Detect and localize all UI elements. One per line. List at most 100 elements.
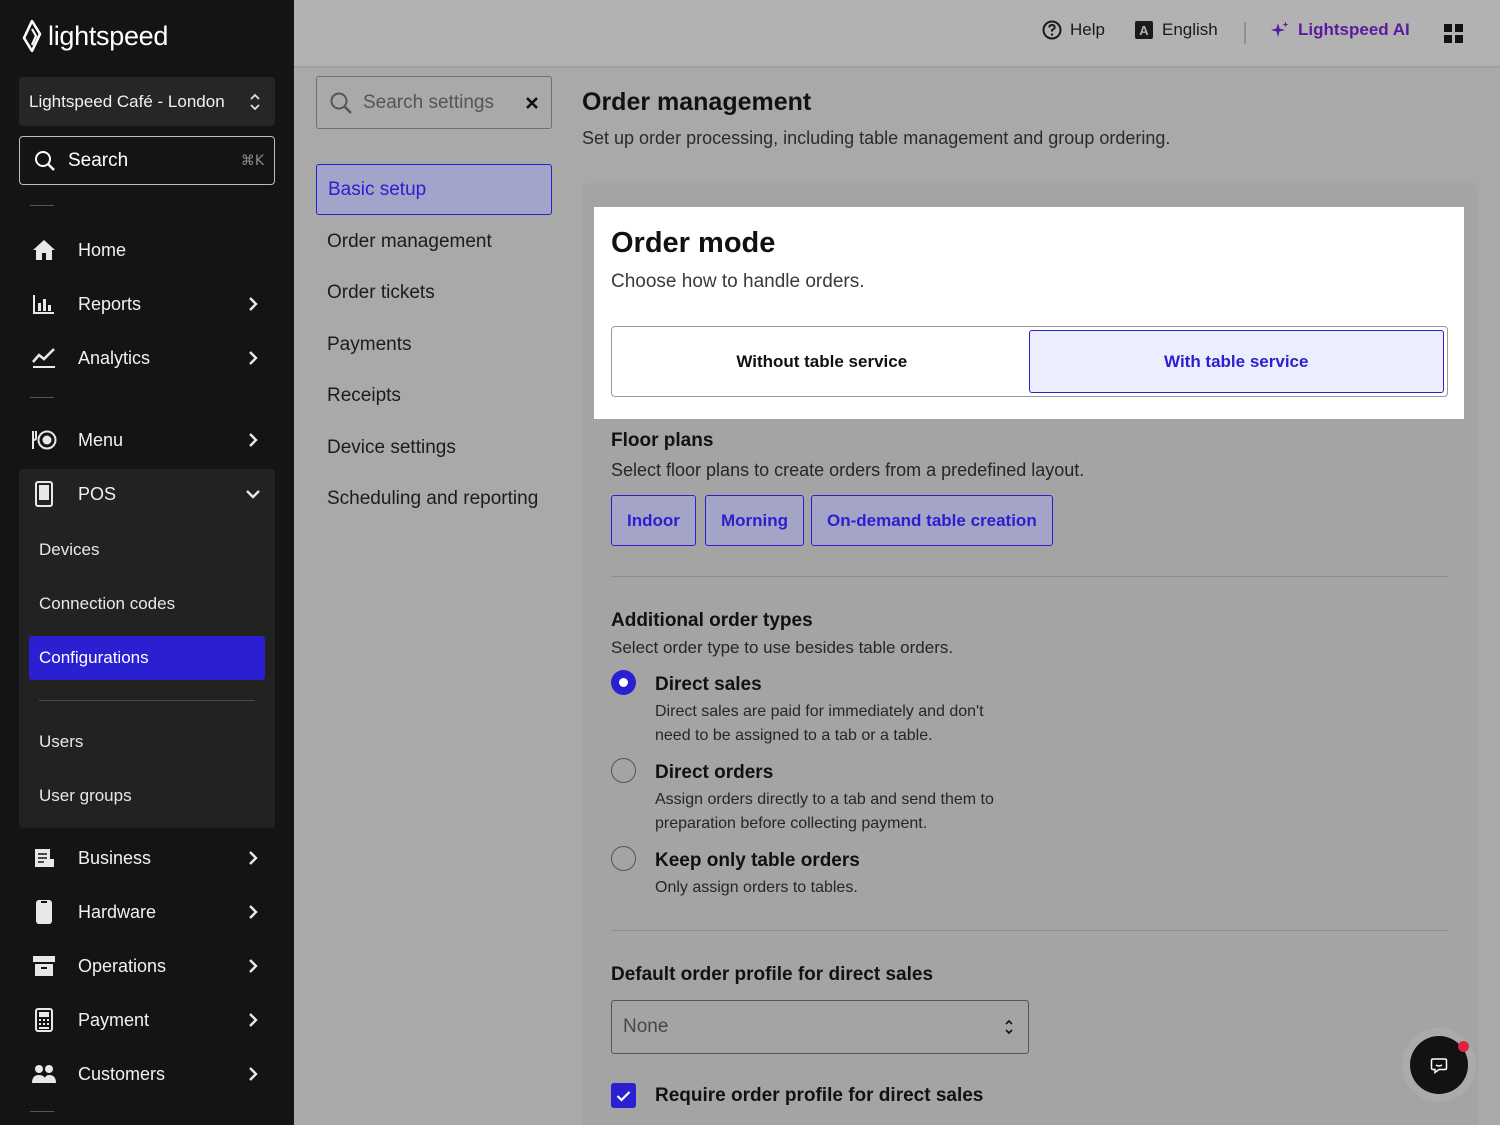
divider	[30, 1111, 54, 1112]
sidebar-item-menu[interactable]: Menu	[19, 418, 275, 462]
sidebar: lightspeed Lightspeed Café - London Sear…	[0, 0, 294, 1125]
store-name: Lightspeed Café - London	[29, 91, 225, 111]
direct-sales-title: Direct sales	[655, 674, 762, 695]
settings-nav-receipts[interactable]: Receipts	[316, 370, 552, 421]
home-icon	[31, 237, 57, 263]
help-button[interactable]: Help	[1042, 20, 1105, 40]
sidebar-item-home[interactable]: Home	[19, 228, 275, 272]
sidebar-item-customers[interactable]: Customers	[19, 1052, 275, 1096]
divider	[30, 397, 54, 398]
language-button[interactable]: A English	[1134, 20, 1218, 40]
sidebar-item-payment[interactable]: Payment	[19, 998, 275, 1042]
sidebar-item-label: Hardware	[78, 901, 157, 922]
sidebar-subitem-devices[interactable]: Devices	[29, 528, 265, 572]
keep-table-orders-description: Only assign orders to tables.	[655, 876, 1035, 900]
without-table-service-option[interactable]: Without table service	[615, 330, 1029, 393]
direct-sales-description: Direct sales are paid for immediately an…	[655, 700, 1035, 748]
settings-nav-scheduling-reporting[interactable]: Scheduling and reporting	[316, 473, 552, 524]
direct-orders-radio[interactable]	[611, 758, 636, 783]
bar-chart-icon	[31, 291, 57, 317]
settings-nav-payments[interactable]: Payments	[316, 319, 552, 370]
payment-terminal-icon	[31, 1007, 57, 1033]
main-area: Help A English Lightspeed AI Search sett…	[294, 0, 1500, 1125]
chevron-right-icon	[243, 294, 263, 314]
with-table-service-option[interactable]: With table service	[1028, 330, 1444, 393]
sidebar-item-label: Payment	[78, 1009, 150, 1030]
floor-plan-chip-indoor[interactable]: Indoor	[611, 495, 696, 546]
plate-icon	[31, 427, 57, 453]
sidebar-item-operations[interactable]: Operations	[19, 944, 275, 988]
archive-icon	[31, 953, 57, 979]
description-line: Assign orders directly to a tab and send…	[655, 791, 994, 808]
sidebar-item-label: Home	[78, 239, 127, 260]
chevron-right-icon	[243, 956, 263, 976]
sidebar-subitem-users[interactable]: Users	[29, 720, 265, 764]
sidebar-item-label: Menu	[78, 429, 124, 450]
sparkle-icon	[1271, 21, 1289, 37]
default-profile-select[interactable]: None	[611, 1000, 1029, 1054]
search-icon	[35, 150, 55, 171]
floor-plan-chip-on-demand[interactable]: On-demand table creation	[811, 495, 1053, 546]
updown-chevron-icon	[1005, 1019, 1013, 1035]
sidebar-item-label: Analytics	[78, 347, 151, 368]
search-shortcut: ⌘K	[240, 152, 264, 169]
sidebar-item-reports[interactable]: Reports	[19, 282, 275, 326]
divider	[30, 205, 54, 206]
direct-orders-title: Direct orders	[655, 762, 774, 783]
require-profile-checkbox[interactable]	[611, 1083, 636, 1108]
chevron-right-icon	[243, 902, 263, 922]
floor-plans-title: Floor plans	[611, 430, 714, 451]
order-mode-card: Order mode Choose how to handle orders. …	[594, 207, 1464, 419]
chat-icon	[1430, 1058, 1448, 1074]
description-line: Direct sales are paid for immediately an…	[655, 703, 984, 720]
keep-table-orders-radio[interactable]	[611, 846, 636, 871]
floor-plan-chip-morning[interactable]: Morning	[705, 495, 805, 546]
settings-search-placeholder: Search settings	[363, 91, 494, 113]
sidebar-item-analytics[interactable]: Analytics	[19, 336, 275, 380]
chevron-right-icon	[243, 1010, 263, 1030]
sidebar-subitem-configurations[interactable]: Configurations	[29, 636, 265, 680]
page-subtitle: Set up order processing, including table…	[582, 128, 1171, 148]
direct-orders-description: Assign orders directly to a tab and send…	[655, 788, 1035, 836]
checkmark-icon	[616, 1090, 631, 1102]
sidebar-item-label: Customers	[78, 1063, 166, 1084]
chevron-right-icon	[243, 430, 263, 450]
order-mode-subtitle: Choose how to handle orders.	[611, 271, 865, 292]
direct-sales-radio[interactable]	[611, 670, 636, 695]
sidebar-subitem-connection-codes[interactable]: Connection codes	[29, 582, 265, 626]
search-label: Search	[68, 149, 129, 171]
close-icon[interactable]	[525, 96, 539, 110]
settings-search-input[interactable]: Search settings	[316, 76, 552, 129]
tablet-icon	[31, 481, 57, 507]
sidebar-subitem-user-groups[interactable]: User groups	[29, 774, 265, 818]
ai-label: Lightspeed AI	[1298, 20, 1410, 39]
lightspeed-ai-button[interactable]: Lightspeed AI	[1270, 20, 1410, 40]
settings-nav-device-settings[interactable]: Device settings	[316, 422, 552, 473]
sidebar-item-label: Business	[78, 847, 152, 868]
sidebar-item-label: Operations	[78, 955, 167, 976]
settings-nav-order-tickets[interactable]: Order tickets	[316, 267, 552, 318]
settings-nav-basic-setup[interactable]: Basic setup	[316, 164, 552, 215]
sidebar-search[interactable]: Search ⌘K	[19, 136, 275, 185]
sidebar-item-business[interactable]: Business	[19, 836, 275, 880]
settings-nav-order-management[interactable]: Order management	[316, 216, 552, 267]
flame-icon	[22, 20, 42, 52]
sidebar-item-hardware[interactable]: Hardware	[19, 890, 275, 934]
language-label: English	[1162, 20, 1218, 39]
sidebar-item-label: Reports	[78, 293, 142, 314]
chevron-right-icon	[243, 848, 263, 868]
help-icon	[1042, 20, 1062, 40]
updown-chevron-icon	[250, 93, 260, 110]
top-bar: Help A English Lightspeed AI	[294, 0, 1500, 66]
store-selector[interactable]: Lightspeed Café - London	[19, 77, 275, 126]
additional-order-types-title: Additional order types	[611, 610, 813, 631]
default-profile-title: Default order profile for direct sales	[611, 964, 934, 985]
divider	[1244, 22, 1246, 44]
svg-text:A: A	[1139, 23, 1149, 38]
require-profile-label: Require order profile for direct sales	[655, 1085, 984, 1106]
sidebar-item-pos[interactable]: POS	[19, 472, 275, 516]
device-icon	[31, 899, 57, 925]
lightspeed-logo[interactable]: lightspeed	[20, 20, 168, 52]
apps-grid-icon[interactable]	[1444, 24, 1463, 48]
description-line: need to be assigned to a tab or a table.	[655, 727, 933, 744]
